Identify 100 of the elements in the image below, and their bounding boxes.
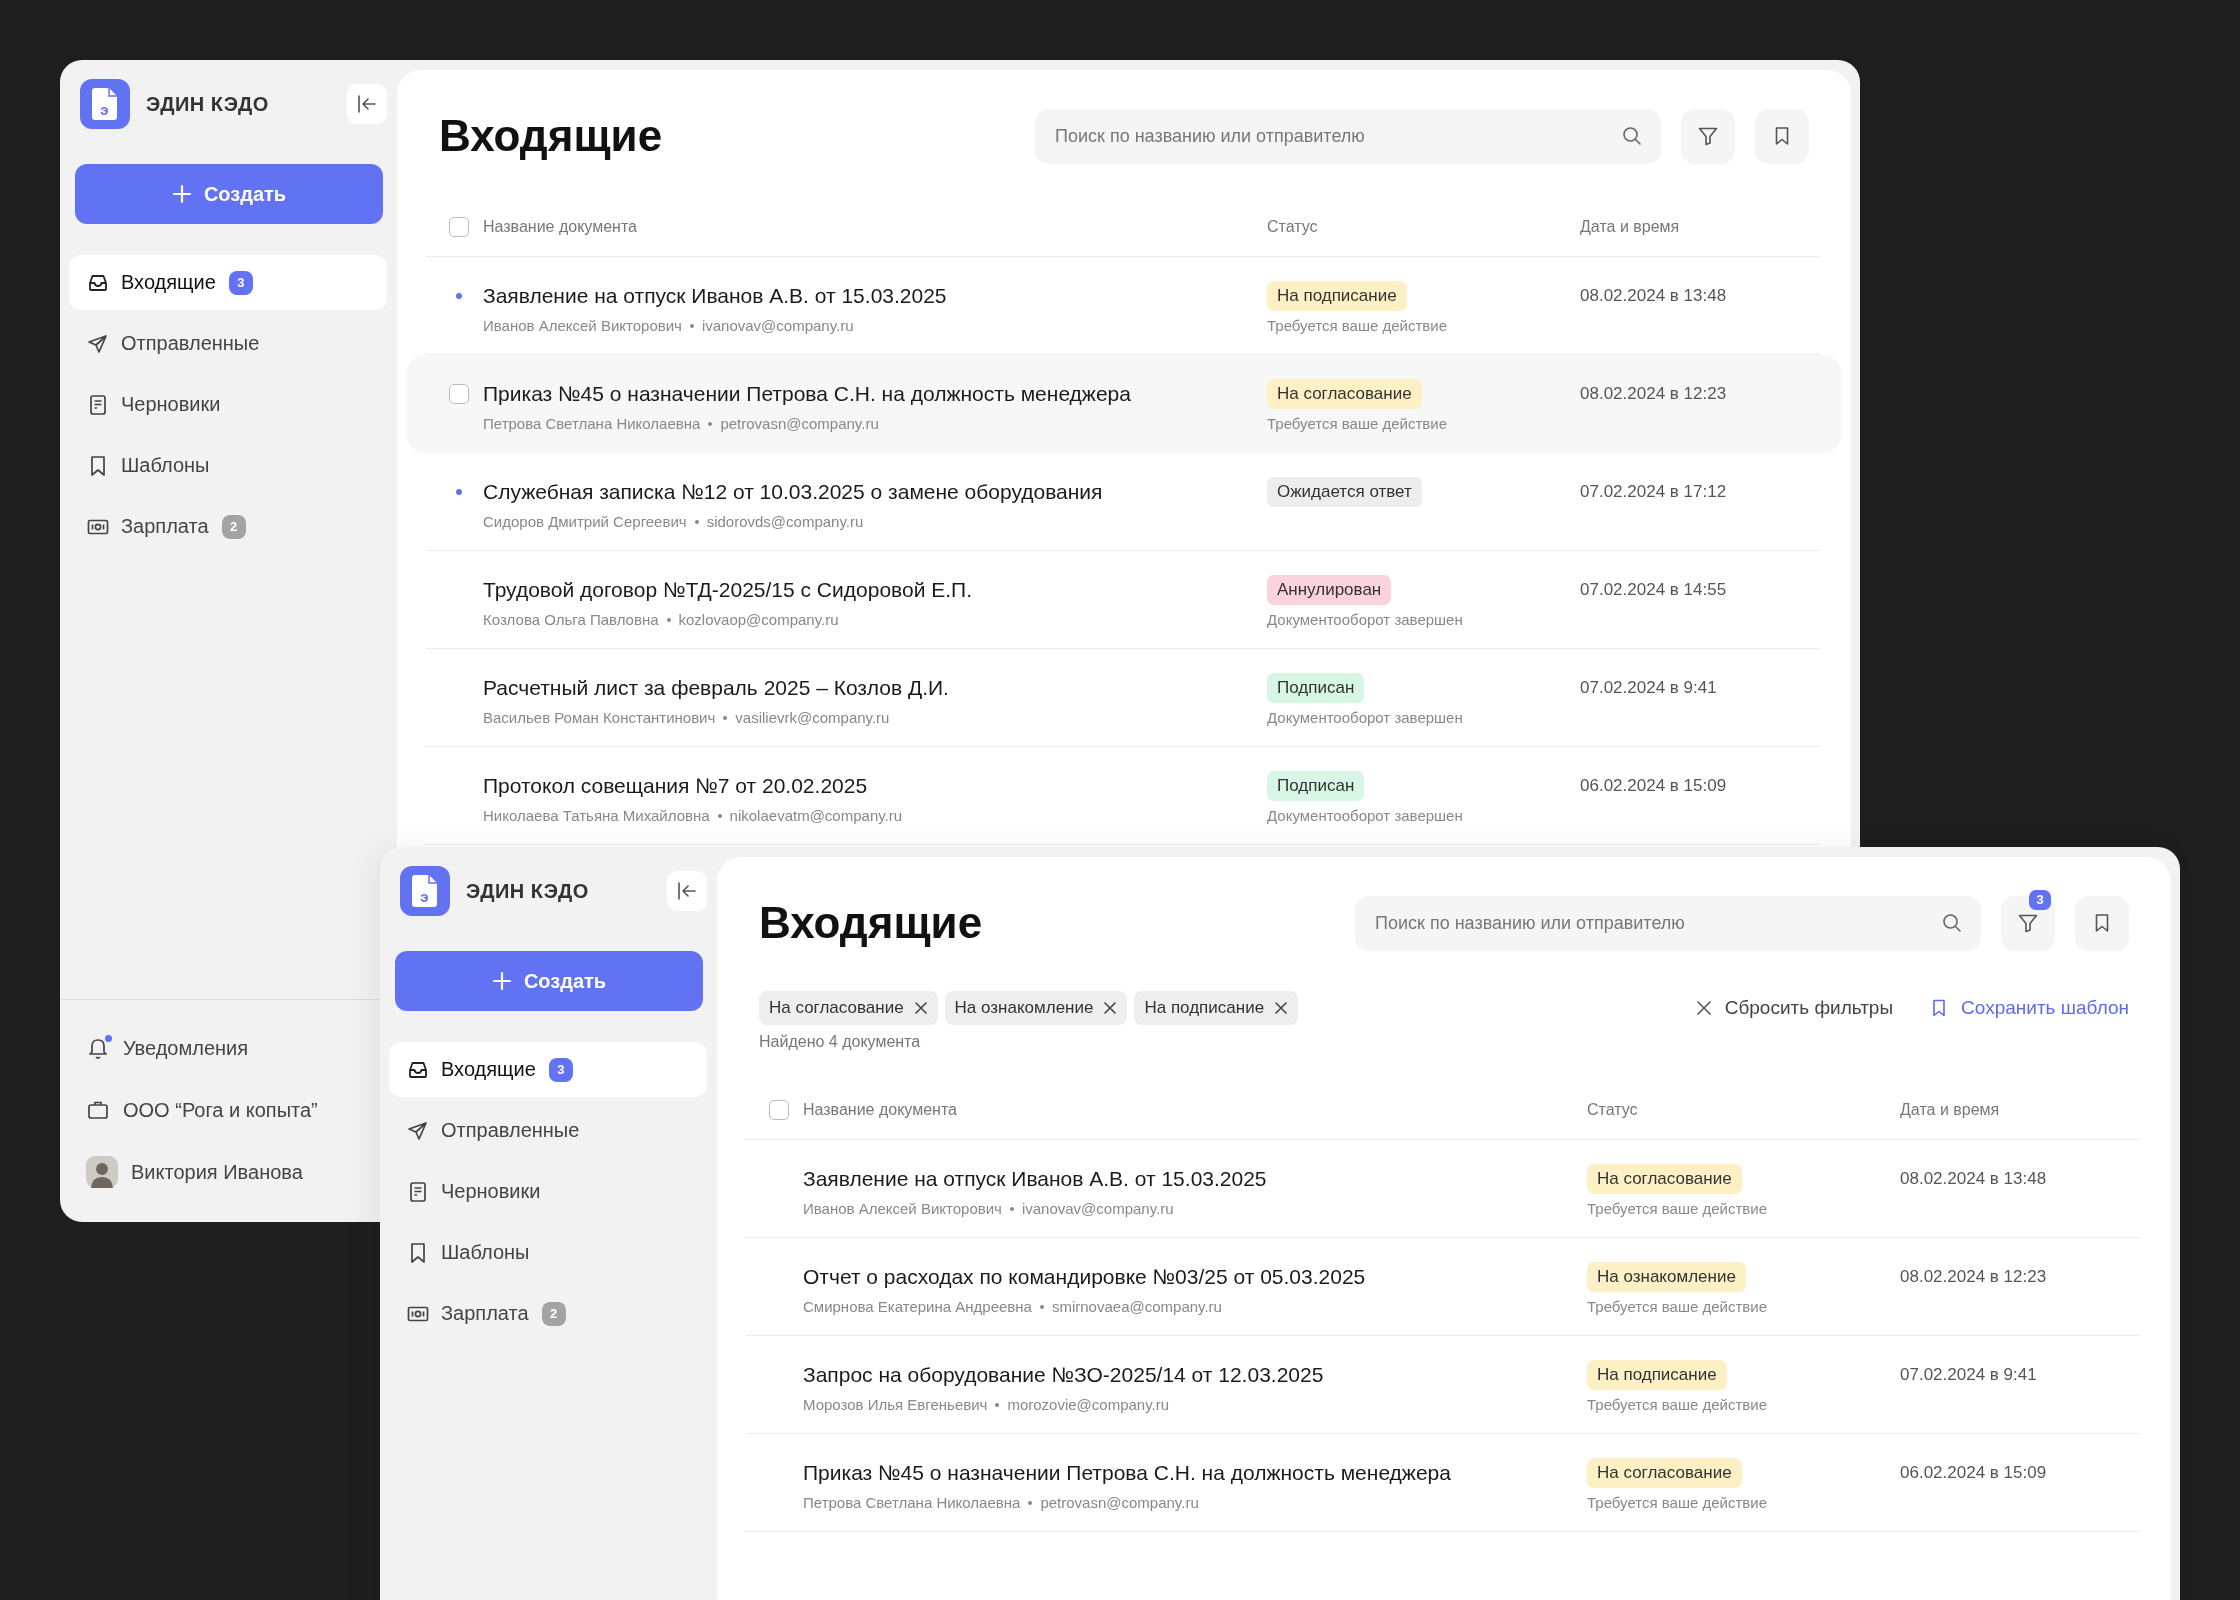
page-title: Входящие <box>759 898 984 948</box>
status-tag: На согласование <box>1267 379 1422 409</box>
separator-dot <box>666 617 671 622</box>
close-icon[interactable] <box>1274 1001 1289 1015</box>
sender-email: vasilievrk@company.ru <box>735 709 890 726</box>
sender-email: petrovasn@company.ru <box>720 415 879 432</box>
sidebar-footer-item[interactable]: Виктория Иванова <box>86 1152 303 1192</box>
status-tag: На согласование <box>1587 1458 1742 1488</box>
column-header[interactable]: Статус <box>1587 1101 1900 1119</box>
table-row[interactable]: Запрос на оборудование №ЗО-2025/14 от 12.03.2025 Морозов Илья Евгеньевич morozovie@company.ru На подписание Требуется ваше действие 07.02.2024 в 9:41 <box>727 1336 2161 1434</box>
status-tag: На ознакомление <box>1587 1262 1746 1292</box>
separator-dot <box>1028 1500 1033 1505</box>
sender-name: Петрова Светлана Николаевна <box>803 1494 1021 1511</box>
column-header[interactable]: Название документа <box>483 218 1267 236</box>
bookmark-button[interactable] <box>2075 895 2129 951</box>
nav-item[interactable]: Отправленные <box>69 316 387 371</box>
filter-button[interactable] <box>2001 895 2055 951</box>
document-title: Отчет о расходах по командировке №03/25 от 05.03.2025 <box>803 1264 1367 1290</box>
count-badge: 3 <box>2029 889 2051 910</box>
date-time: 08.02.2024 в 13:48 <box>1900 1168 2048 1190</box>
sidebar-footer-item[interactable]: ООО “Рога и копыта” <box>86 1090 318 1130</box>
table-row[interactable]: Служебная записка №12 от 10.03.2025 о замене оборудования Сидоров Дмитрий Сергеевич sidorovds@company.ru Ожидается ответ 07.02.2024 в 17:12 <box>407 453 1841 551</box>
separator-dot <box>995 1402 1000 1407</box>
nav-item[interactable]: Зарплата 2 <box>389 1286 707 1341</box>
column-header[interactable]: Дата и время <box>1900 1101 2141 1119</box>
app-logo: э <box>80 79 130 129</box>
status-note: Требуется ваше действие <box>1587 1200 1767 1217</box>
sender-name: Васильев Роман Константинович <box>483 709 716 726</box>
date-time: 08.02.2024 в 12:23 <box>1900 1266 2048 1288</box>
sender-name: Сидоров Дмитрий Сергеевич <box>483 513 687 530</box>
search-field[interactable]: Поиск по названию или отправителю <box>1035 108 1661 164</box>
reset-filters-button[interactable]: Сбросить фильтры <box>1694 997 1894 1019</box>
close-icon[interactable] <box>913 1001 928 1015</box>
separator-dot <box>723 715 728 720</box>
table-row[interactable]: Заявление на отпуск Иванов А.В. от 15.03.2025 Иванов Алексей Викторович ivanovav@company.ru На подписание Требуется ваше действие 08.02.2024 в 13:48 <box>407 257 1841 355</box>
nav-item[interactable]: Входящие 3 <box>69 255 387 310</box>
status-note: Требуется ваше действие <box>1587 1298 1767 1315</box>
nav-item[interactable]: Шаблоны <box>389 1225 707 1280</box>
sender-email: ivanovav@company.ru <box>701 317 854 334</box>
table-row[interactable]: Расчетный лист за февраль 2025 – Козлов Д.И. Васильев Роман Константинович vasilievrk@company.ru Подписан Документооборот завершен 07.02.2024 в 9:41 <box>407 649 1841 747</box>
status-tag: Аннулирован <box>1267 575 1392 605</box>
nav-item[interactable]: Черновики <box>69 377 387 432</box>
select-all-checkbox[interactable] <box>769 1100 789 1120</box>
create-button[interactable]: Создать <box>395 951 703 1011</box>
app-name: ЭДИН КЭДО <box>466 879 590 903</box>
nav-item[interactable]: Черновики <box>389 1164 707 1219</box>
column-header[interactable]: Дата и время <box>1580 218 1821 236</box>
filter-button[interactable] <box>1681 108 1735 164</box>
bookmark-button[interactable] <box>1755 108 1809 164</box>
table-row[interactable]: Отчет о расходах по командировке №03/25 от 05.03.2025 Смирнова Екатерина Андреевна smirnovaea@company.ru На ознакомление Требуется ваше действие 08.02.2024 в 12:23 <box>727 1238 2161 1336</box>
collapse-icon <box>676 880 698 902</box>
status-tag: На согласование <box>1587 1164 1742 1194</box>
separator-dot <box>708 421 713 426</box>
collapse-icon <box>356 93 378 115</box>
table-row[interactable]: Заявление на отпуск Иванов А.В. от 15.03.2025 Иванов Алексей Викторович ivanovav@company.ru На согласование Требуется ваше действие 08.02.2024 в 13:48 <box>727 1140 2161 1238</box>
count-badge: 3 <box>548 1057 573 1082</box>
document-title: Заявление на отпуск Иванов А.В. от 15.03.2025 <box>483 283 948 309</box>
date-time: 07.02.2024 в 14:55 <box>1580 579 1728 601</box>
select-all-checkbox[interactable] <box>449 217 469 237</box>
table-row[interactable]: Трудовой договор №ТД-2025/15 с Сидоровой Е.П. Козлова Ольга Павловна kozlovaop@company.ru Аннулирован Документооборот завершен 07.02.2024 в 14:55 <box>407 551 1841 649</box>
sidebar-footer-item[interactable]: Уведомления <box>86 1028 249 1068</box>
collapse-sidebar-button[interactable] <box>347 84 387 124</box>
sender-email: petrovasn@company.ru <box>1040 1494 1199 1511</box>
sender-name: Иванов Алексей Викторович <box>803 1200 1002 1217</box>
nav-item[interactable]: Шаблоны <box>69 438 387 493</box>
date-time: 06.02.2024 в 15:09 <box>1900 1462 2048 1484</box>
status-tag: На подписание <box>1267 281 1407 311</box>
table-row[interactable]: Приказ №45 о назначении Петрова С.Н. на должность менеджера Петрова Светлана Николаевна petrovasn@company.ru На согласование Требуется ваше действие 08.02.2024 в 12:23 <box>407 355 1841 453</box>
result-count: Найдено 4 документа <box>759 1033 922 1051</box>
document-title: Расчетный лист за февраль 2025 – Козлов Д.И. <box>483 675 950 701</box>
status-tag: На подписание <box>1587 1360 1727 1390</box>
nav-item[interactable]: Входящие 3 <box>389 1042 707 1097</box>
separator-dot <box>717 813 722 818</box>
close-icon[interactable] <box>1103 1001 1118 1015</box>
filter-chip[interactable]: На подписание <box>1134 991 1299 1025</box>
date-time: 08.02.2024 в 12:23 <box>1580 383 1728 405</box>
status-note: Документооборот завершен <box>1267 807 1463 824</box>
save-template-link[interactable]: Сохранить шаблон <box>1929 997 2129 1019</box>
column-header[interactable]: Название документа <box>803 1101 1587 1119</box>
count-badge: 2 <box>541 1301 566 1326</box>
plus-icon <box>171 184 192 204</box>
nav-item[interactable]: Зарплата 2 <box>69 499 387 554</box>
sender-email: smirnovaea@company.ru <box>1051 1298 1222 1315</box>
collapse-sidebar-button[interactable] <box>667 871 707 911</box>
document-title: Служебная записка №12 от 10.03.2025 о замене оборудования <box>483 479 1104 505</box>
create-button[interactable]: Создать <box>75 164 383 224</box>
avatar <box>86 1156 118 1188</box>
table-row[interactable]: Протокол совещания №7 от 20.02.2025 Николаева Татьяна Михайловна nikolaevatm@company.ru Подписан Документооборот завершен 06.02.2024 в 15:09 <box>407 747 1841 845</box>
search-field[interactable]: Поиск по названию или отправителю <box>1355 895 1981 951</box>
table-row[interactable]: Приказ №45 о назначении Петрова С.Н. на должность менеджера Петрова Светлана Николаевна petrovasn@company.ru На согласование Требуется ваше действие 06.02.2024 в 15:09 <box>727 1434 2161 1532</box>
filter-chip[interactable]: На согласование <box>759 991 938 1025</box>
status-tag: Подписан <box>1267 771 1365 801</box>
nav-item[interactable]: Отправленные <box>389 1103 707 1158</box>
sender-name: Морозов Илья Евгеньевич <box>803 1396 988 1413</box>
column-header[interactable]: Статус <box>1267 218 1580 236</box>
row-checkbox[interactable] <box>449 384 469 404</box>
close-icon <box>1694 999 1713 1017</box>
separator-dot <box>1039 1304 1044 1309</box>
filter-chip[interactable]: На ознакомление <box>944 991 1128 1025</box>
status-note: Документооборот завершен <box>1267 611 1463 628</box>
